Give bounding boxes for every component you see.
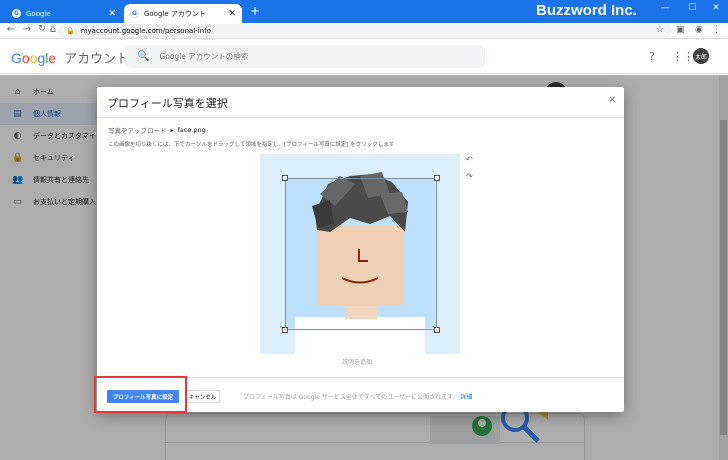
footer-note-text: プロフィール写真は Google サービス全体ですべてのユーザーに公開されます。 [243,394,459,401]
address-bar[interactable]: 🔒 myaccount.google.com/personal-info ☆ [58,24,672,38]
page-scrollbar[interactable] [719,75,728,460]
google-favicon-icon: G [12,9,21,18]
close-icon[interactable]: × [608,95,616,105]
background-card-divider [165,442,585,460]
scrollbar-thumb[interactable] [720,120,727,435]
new-tab-icon[interactable]: + [248,4,262,18]
bookmark-star-icon[interactable]: ☆ [656,25,664,35]
help-icon[interactable]: ? [649,50,655,63]
apps-grid-icon[interactable]: ⋮⋮ [672,50,694,63]
id-card-icon: ▤ [13,109,22,119]
breadcrumb: 写真をアップロード ▸ face.png [108,125,206,135]
learn-more-link[interactable]: 詳細 [460,394,472,401]
crop-selection[interactable] [285,178,437,330]
tab-close-icon[interactable]: ✕ [108,9,116,19]
browser-titlebar: G Google ✕ G Google アカウント ✕ + Buzzword I… [0,0,728,23]
window-close-icon[interactable]: ✕ [710,3,722,13]
sidebar-item-label: セキュリティ [33,154,75,162]
rotate-left-icon[interactable]: ↶ [466,155,473,164]
logo-suffix: アカウント [64,51,130,66]
crop-handle-top-left[interactable] [282,175,288,181]
dialog-title: プロフィール写真を選択 [107,97,228,110]
home-icon: ⌂ [14,87,21,97]
tab-close-icon[interactable]: ✕ [228,9,236,19]
tab-google-account[interactable]: G Google アカウント ✕ [124,4,242,23]
url-text: myaccount.google.com/personal-info [80,27,211,35]
dialog-footer-divider [97,377,624,378]
toggle-icon: ◐ [13,131,22,141]
google-logo[interactable]: Google アカウント [11,48,129,67]
lock-icon: 🔒 [12,153,24,163]
crop-handle-bottom-left[interactable] [282,327,288,333]
breadcrumb-upload[interactable]: 写真をアップロード [108,125,167,135]
search-placeholder: Google アカウントの検索 [159,52,249,61]
sidebar-item-label: データとカスタマイ [33,132,96,140]
google-favicon-icon: G [130,9,139,18]
people-icon: 👥 [12,175,24,185]
crop-handle-bottom-right[interactable] [434,327,440,333]
dialog-divider [97,117,624,118]
sidebar-item-label: 情報共有と連絡先 [33,176,89,184]
sidebar-item-label: 個人情報 [33,110,61,118]
card-icon: ▭ [13,197,22,207]
account-search-input[interactable]: 🔍 Google アカウントの検索 [125,45,485,68]
add-caption-link[interactable]: 説明を追加 [342,357,372,366]
tab-title: Google [26,9,51,18]
menu-icon[interactable]: ⋮ [712,25,721,35]
minimize-icon[interactable]: — [659,3,671,13]
brand-label: Buzzword Inc. [536,2,637,19]
extension-icon[interactable]: ▣ [676,25,685,35]
browser-toolbar: ← → ↻ ⌂ 🔒 myaccount.google.com/personal-… [0,23,728,39]
rotate-right-icon[interactable]: ↷ [466,172,473,181]
back-icon[interactable]: ← [5,24,17,35]
lock-icon: 🔒 [66,27,75,35]
profile-photo-dialog: プロフィール写真を選択 × 写真をアップロード ▸ face.png この画像を… [97,87,624,412]
sidebar-item-personal-info[interactable]: ▤ 個人情報 [0,103,110,125]
crop-handle-top-right[interactable] [434,175,440,181]
footer-note: プロフィール写真は Google サービス全体ですべてのユーザーに公開されます。… [243,392,472,401]
forward-icon[interactable]: → [21,24,33,35]
tab-title: Google アカウント [144,9,206,18]
breadcrumb-current: face.png [177,126,206,134]
cancel-button[interactable]: キャンセル [185,390,220,403]
chevron-right-icon: ▸ [170,126,174,134]
sidebar-item-label: ホーム [33,88,54,96]
crop-instructions: この画像を切り抜くには、下でカーソルをドラッグして領域を指定し、[プロフィール写… [108,142,395,148]
tab-google[interactable]: G Google ✕ [6,4,122,23]
account-header: Google アカウント 🔍 Google アカウントの検索 ? ⋮⋮ 太郎 [0,40,728,74]
profile-icon[interactable]: ◉ [695,25,703,35]
avatar[interactable]: 太郎 [693,48,709,64]
search-icon: 🔍 [137,51,150,62]
sidebar-item-label: お支払いと定期購入 [33,198,96,206]
set-profile-photo-button[interactable]: プロフィール写真に設定 [107,390,179,403]
maximize-icon[interactable]: ☐ [686,3,698,13]
